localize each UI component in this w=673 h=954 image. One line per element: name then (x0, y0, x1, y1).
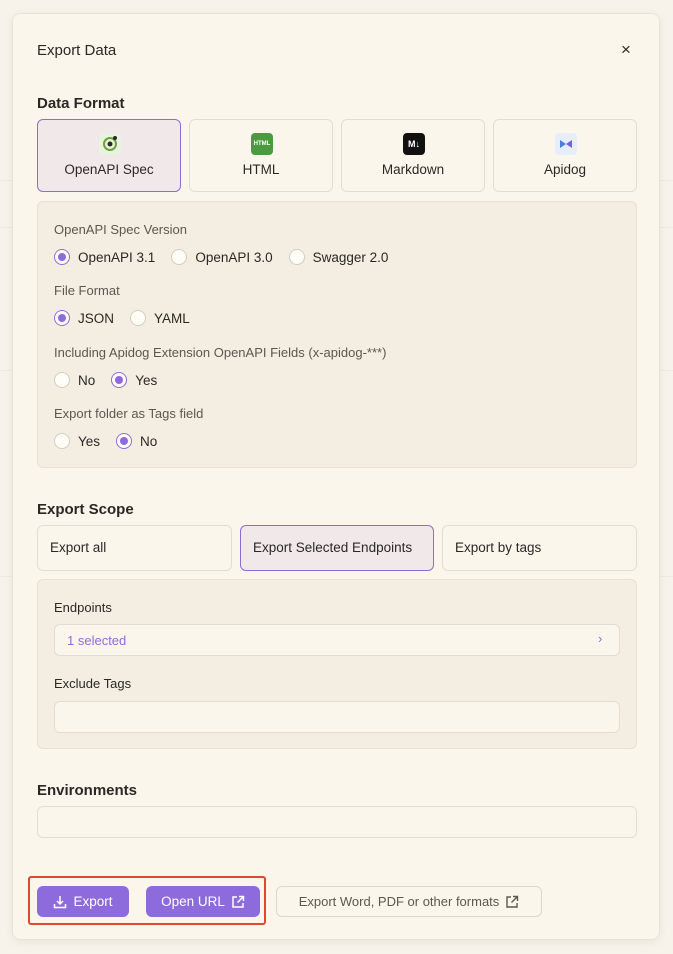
radio-openapi-3-1[interactable]: OpenAPI 3.1 (54, 249, 155, 265)
radio-folder-tags-no[interactable]: No (116, 433, 157, 449)
tab-export-selected-endpoints[interactable]: Export Selected Endpoints (240, 525, 434, 571)
markdown-icon: M↓ (403, 133, 425, 155)
download-icon (54, 895, 67, 908)
format-option-label: OpenAPI Spec (64, 162, 154, 177)
file-format-label: File Format (54, 283, 120, 298)
external-link-icon (506, 895, 519, 908)
data-format-heading: Data Format (37, 95, 125, 112)
exclude-tags-input[interactable] (54, 701, 620, 733)
export-scope-heading: Export Scope (37, 501, 134, 518)
radio-unselected-icon (54, 433, 70, 449)
openapi-settings-panel: OpenAPI Spec Version OpenAPI 3.1 OpenAPI… (37, 201, 637, 468)
tab-export-all[interactable]: Export all (37, 525, 232, 571)
radio-label: Yes (78, 433, 101, 449)
radio-extension-no[interactable]: No (54, 372, 95, 388)
exclude-tags-label: Exclude Tags (54, 676, 132, 691)
radio-unselected-icon (130, 310, 147, 326)
radio-selected-icon (111, 372, 128, 388)
dialog-title: Export Data (37, 42, 117, 59)
export-other-formats-label: Export Word, PDF or other formats (298, 894, 500, 909)
radio-selected-icon (54, 249, 70, 265)
folder-as-tags-label: Export folder as Tags field (54, 406, 204, 421)
html-icon: HTML (251, 133, 273, 155)
export-other-formats-button[interactable]: Export Word, PDF or other formats (276, 886, 542, 917)
radio-selected-icon (116, 433, 133, 449)
format-option-label: Markdown (381, 162, 445, 177)
radio-label: JSON (78, 310, 115, 326)
format-option-apidog[interactable]: Apidog (493, 119, 637, 192)
endpoints-label: Endpoints (54, 600, 112, 615)
radio-unselected-icon (171, 249, 188, 265)
format-option-label: Apidog (543, 162, 587, 177)
radio-label: Yes (135, 372, 158, 388)
format-option-html[interactable]: HTML HTML (189, 119, 333, 192)
open-url-button-label: Open URL (161, 894, 225, 909)
environments-heading: Environments (37, 782, 138, 799)
endpoints-select[interactable]: 1 selected › (54, 624, 620, 656)
format-option-label: HTML (242, 162, 280, 177)
format-option-openapi[interactable]: OpenAPI Spec (37, 119, 181, 192)
file-format-radio-group: JSON YAML (54, 310, 206, 326)
radio-swagger-2-0[interactable]: Swagger 2.0 (288, 249, 389, 265)
radio-unselected-icon (54, 372, 70, 388)
radio-selected-icon (54, 310, 70, 326)
tab-export-by-tags[interactable]: Export by tags (442, 525, 637, 571)
chevron-right-icon: › (598, 631, 603, 646)
export-button-label: Export (73, 894, 113, 909)
extension-fields-radio-group: No Yes (54, 372, 173, 388)
spec-version-label: OpenAPI Spec Version (54, 222, 187, 237)
radio-label: YAML (154, 310, 190, 326)
open-url-button[interactable]: Open URL (146, 886, 260, 917)
radio-label: OpenAPI 3.1 (78, 249, 156, 265)
extension-fields-label: Including Apidog Extension OpenAPI Field… (54, 345, 387, 360)
radio-json[interactable]: JSON (54, 310, 114, 326)
external-link-icon (232, 895, 245, 908)
export-button[interactable]: Export (37, 886, 129, 917)
radio-unselected-icon (288, 249, 305, 265)
openapi-icon (99, 133, 121, 155)
radio-label: No (140, 433, 158, 449)
radio-label: Swagger 2.0 (312, 249, 389, 265)
radio-extension-yes[interactable]: Yes (111, 372, 157, 388)
radio-label: OpenAPI 3.0 (195, 249, 273, 265)
export-scope-panel: Endpoints 1 selected › Exclude Tags (37, 579, 637, 749)
format-option-markdown[interactable]: M↓ Markdown (341, 119, 485, 192)
apidog-icon (555, 133, 577, 155)
radio-yaml[interactable]: YAML (130, 310, 190, 326)
folder-as-tags-radio-group: Yes No (54, 433, 173, 449)
radio-folder-tags-yes[interactable]: Yes (54, 433, 100, 449)
radio-label: No (78, 372, 96, 388)
export-data-dialog: Export Data × Data Format OpenAPI Spec H… (12, 13, 660, 940)
endpoints-selected-value: 1 selected (67, 633, 127, 648)
spec-version-radio-group: OpenAPI 3.1 OpenAPI 3.0 Swagger 2.0 (54, 249, 404, 265)
radio-openapi-3-0[interactable]: OpenAPI 3.0 (171, 249, 273, 265)
close-icon[interactable]: × (616, 40, 636, 60)
environments-select[interactable] (37, 806, 637, 838)
